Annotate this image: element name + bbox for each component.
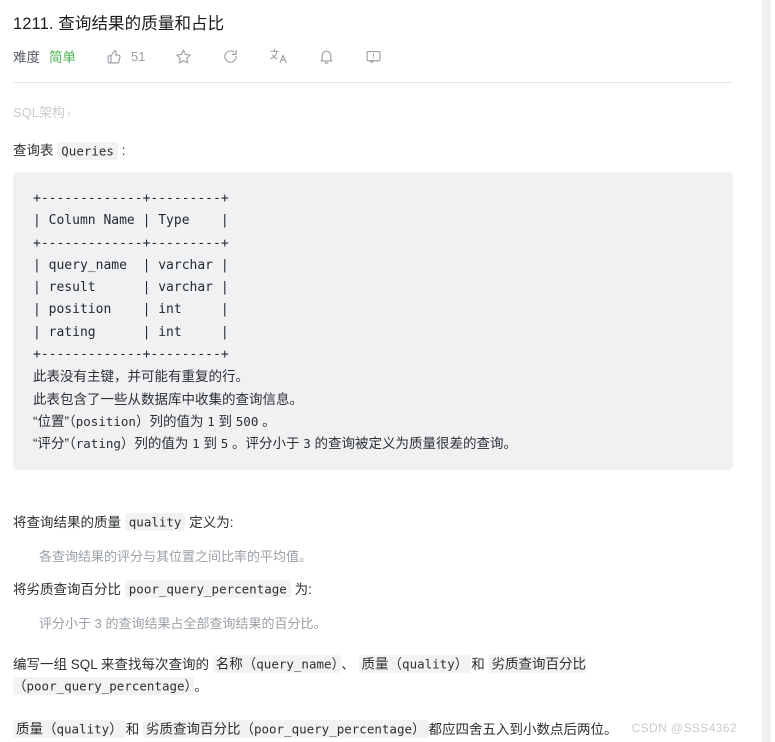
- note-text: “位置”（: [33, 413, 76, 429]
- task-p1-tail: 。: [194, 678, 208, 694]
- schema-note-line: 此表包含了一些从数据库中收集的查询信息。: [33, 389, 713, 411]
- schema-note-line: 此表没有主键，并可能有重复的行。: [33, 366, 713, 388]
- term-cn: 劣质查询百分比（: [145, 721, 254, 737]
- task-p1-term-name: 名称（query_name）: [212, 655, 342, 674]
- translate-icon: [269, 47, 288, 65]
- task-p2-term-poor: 劣质查询百分比（poor_query_percentage）: [142, 720, 429, 739]
- quality-def-suffix: 定义为:: [185, 514, 234, 530]
- translate-button[interactable]: [269, 47, 288, 65]
- thumbs-up-button[interactable]: 51: [106, 48, 145, 65]
- term-code: poor_query_percentage: [26, 678, 185, 694]
- note-text: ）列的值为: [135, 413, 208, 429]
- task-paragraph-1: 编写一组 SQL 来查找每次查询的 名称（query_name）、 质量（qua…: [13, 654, 733, 698]
- page-container: 1211. 查询结果的质量和占比 难度 简单 51 SQL架构 › 查询表 Qu…: [0, 0, 746, 742]
- task-p2-term-quality: 质量（quality）: [13, 720, 126, 739]
- schema-code-block: +-------------+---------+ | Column Name …: [13, 172, 733, 470]
- note-code: position: [75, 413, 136, 429]
- note-code: 500: [235, 413, 259, 429]
- term-end: ）: [412, 721, 426, 737]
- note-code: rating: [75, 436, 121, 452]
- thumbs-up-count: 51: [131, 48, 146, 64]
- star-icon: [175, 48, 192, 65]
- term-code: quality: [56, 721, 110, 737]
- poor-definition: 将劣质查询百分比 poor_query_percentage 为:: [13, 579, 733, 601]
- schema-notes: 此表没有主键，并可能有重复的行。 此表包含了一些从数据库中收集的查询信息。 “位…: [33, 366, 713, 455]
- difficulty-label: 难度: [13, 50, 40, 65]
- quality-def-prefix: 将查询结果的质量: [13, 514, 125, 530]
- poor-query-percentage-code: poor_query_percentage: [124, 580, 291, 599]
- quality-definition: 将查询结果的质量 quality 定义为:: [13, 512, 733, 534]
- feedback-icon: [365, 48, 382, 65]
- quality-quote: 各查询结果的评分与其位置之间比率的平均值。: [39, 548, 313, 564]
- term-cn: 质量（: [361, 656, 403, 672]
- queries-table-intro: 查询表 Queries :: [13, 140, 733, 162]
- note-code: 1: [192, 436, 200, 452]
- intro-prefix: 查询表: [13, 143, 58, 158]
- sql-schema-link[interactable]: SQL架构 ›: [13, 104, 71, 123]
- term-code: query_name: [256, 656, 332, 672]
- schema-note-line: “位置”（position）列的值为 1 到 500 。: [33, 411, 713, 433]
- difficulty-value: 简单: [49, 50, 76, 65]
- star-button[interactable]: [175, 48, 192, 65]
- note-text: 。评分小于: [228, 436, 304, 452]
- feedback-button[interactable]: [365, 48, 382, 65]
- task-p1-sep2: 和: [471, 656, 489, 672]
- note-text: 此表没有主键，并可能有重复的行。: [33, 369, 249, 385]
- notification-button[interactable]: [318, 48, 335, 65]
- scrollbar-track[interactable]: [762, 0, 771, 742]
- term-code: poor_query_percentage: [253, 721, 412, 737]
- note-text: 。: [258, 413, 276, 429]
- note-text: 到: [199, 436, 221, 452]
- term-end: ）: [184, 678, 192, 694]
- task-p1-sep1: 、: [341, 656, 359, 672]
- term-end: ）: [109, 721, 123, 737]
- poor-def-suffix: 为:: [290, 581, 312, 597]
- page-title: 1211. 查询结果的质量和占比: [13, 15, 225, 33]
- task-p2-tail: 都应四舍五入到小数点后两位。: [428, 721, 618, 737]
- note-text: 的查询被定义为质量很差的查询。: [310, 436, 518, 452]
- note-code: 1: [207, 413, 215, 429]
- note-code: 3: [303, 436, 311, 452]
- refresh-button[interactable]: [222, 48, 239, 65]
- task-paragraph-2: 质量（quality）和 劣质查询百分比（poor_query_percenta…: [13, 719, 733, 741]
- quality-code: quality: [124, 513, 186, 532]
- note-text: ）列的值为: [120, 436, 193, 452]
- sql-schema-label: SQL架构: [13, 105, 66, 120]
- task-p1-term-quality: 质量（quality）: [358, 655, 472, 674]
- schema-ascii-table: +-------------+---------+ | Column Name …: [33, 191, 229, 363]
- term-end: ）: [331, 656, 339, 672]
- refresh-icon: [222, 48, 239, 65]
- problem-header: 1211. 查询结果的质量和占比 难度 简单 51: [0, 0, 746, 69]
- term-end: ）: [454, 656, 469, 672]
- schema-note-line: “评分”（rating）列的值为 1 到 5 。评分小于 3 的查询被定义为质量…: [33, 433, 713, 455]
- schema-link-wrap: SQL架构 ›: [13, 83, 733, 123]
- term-cn: 名称（: [215, 656, 257, 672]
- thumbs-up-icon: [106, 48, 123, 65]
- intro-code: Queries: [57, 141, 118, 160]
- note-text: 此表包含了一些从数据库中收集的查询信息。: [33, 391, 303, 407]
- chevron-right-icon: ›: [67, 108, 71, 120]
- poor-def-prefix: 将劣质查询百分比: [13, 581, 125, 597]
- meta-action-row: 难度 简单 51: [13, 43, 733, 69]
- term-cn: 质量（: [16, 721, 57, 737]
- poor-quote: 评分小于 3 的查询结果占全部查询结果的百分比。: [39, 615, 327, 631]
- note-text: “评分”（: [33, 436, 76, 452]
- note-text: 到: [214, 413, 236, 429]
- term-code: quality: [402, 656, 455, 672]
- problem-body: SQL架构 › 查询表 Queries : +-------------+----…: [0, 83, 746, 742]
- watermark: CSDN @SSS4362: [631, 721, 737, 735]
- task-p1-lead: 编写一组 SQL 来查找每次查询的: [13, 656, 213, 672]
- task-p2-sep: 和: [125, 721, 143, 737]
- intro-suffix: :: [117, 143, 126, 158]
- bell-icon: [318, 48, 335, 65]
